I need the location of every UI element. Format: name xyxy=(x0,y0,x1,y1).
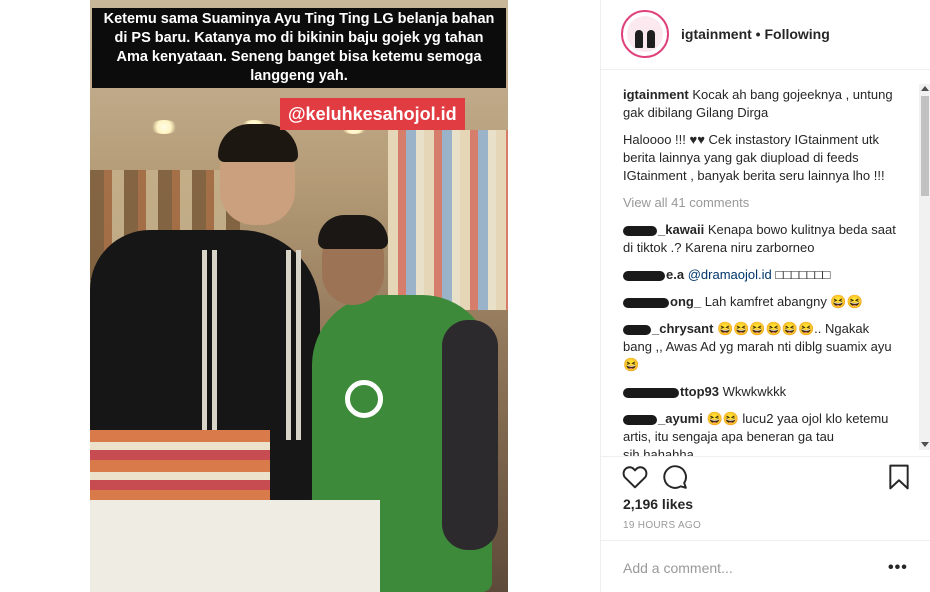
post-actions xyxy=(601,456,930,496)
comment-username[interactable]: _ayumi xyxy=(658,411,703,426)
redacted-username xyxy=(623,270,665,281)
add-comment-input[interactable] xyxy=(623,558,863,578)
scroll-up-arrow-icon[interactable] xyxy=(921,86,929,91)
person-right-hair xyxy=(318,215,388,249)
person-right-sleeve xyxy=(442,320,498,550)
header-text: igtainment • Following xyxy=(681,26,830,42)
bookmark-icon xyxy=(889,464,909,490)
comment-username[interactable]: ong_ xyxy=(670,294,701,309)
scrollbar-thumb[interactable] xyxy=(921,96,929,196)
redacted-username xyxy=(623,324,651,335)
likes-count[interactable]: 2,196 likes xyxy=(623,496,693,512)
list-item: ttop93 Wkwkwkkk xyxy=(623,383,901,401)
more-options-button[interactable]: ••• xyxy=(888,559,908,577)
shirt-stripe xyxy=(286,250,291,440)
comments-scrollbar[interactable] xyxy=(919,84,930,450)
redacted-username xyxy=(623,414,657,425)
cloth-stack xyxy=(90,430,270,500)
avatar-image xyxy=(627,16,663,52)
shirt-stripe xyxy=(296,250,301,440)
comment-username[interactable]: e.a xyxy=(666,267,684,282)
list-item: _kawaii Kenapa bowo kulitnya beda saat d… xyxy=(623,221,901,257)
redacted-username xyxy=(623,387,679,398)
comments-list: igtainment Kocak ah bang gojeeknya , unt… xyxy=(623,86,901,456)
story-caption-overlay: Ketemu sama Suaminya Ayu Ting Ting LG be… xyxy=(92,8,506,88)
list-item: e.a @dramaojol.id □□□□□□□ xyxy=(623,266,901,284)
redacted-username xyxy=(623,225,657,236)
comment-mention[interactable]: @dramaojol.id xyxy=(688,267,772,282)
like-button[interactable] xyxy=(621,463,649,491)
ceiling-light xyxy=(150,120,178,134)
caption-comment-2: Haloooo !!! ♥♥ Cek instastory IGtainment… xyxy=(623,131,901,185)
comment-text: Lah kamfret abangny 😆😆 xyxy=(704,294,863,309)
scroll-down-arrow-icon[interactable] xyxy=(921,442,929,447)
save-button[interactable] xyxy=(885,463,913,491)
shirt-stripe xyxy=(202,250,207,440)
media-area: Ketemu sama Suaminya Ayu Ting Ting LG be… xyxy=(0,0,600,592)
post-side-panel: igtainment • Following igtainment Kocak … xyxy=(600,0,930,592)
post-header: igtainment • Following xyxy=(601,0,930,70)
header-separator: • xyxy=(755,26,761,42)
caption-text-2: Haloooo !!! ♥♥ Cek instastory IGtainment… xyxy=(623,132,885,183)
avatar-figure xyxy=(635,30,643,48)
comment-icon xyxy=(663,465,687,489)
view-all-comments-link[interactable]: View all 41 comments xyxy=(623,194,901,212)
avatar-figure xyxy=(647,30,655,48)
redacted-username xyxy=(623,297,669,308)
header-username[interactable]: igtainment xyxy=(681,26,752,42)
avatar[interactable] xyxy=(621,10,669,58)
post-photo[interactable]: Ketemu sama Suaminya Ayu Ting Ting LG be… xyxy=(90,0,508,592)
comment-button[interactable] xyxy=(661,463,689,491)
paper-sheet xyxy=(90,500,380,592)
shirt-stripe xyxy=(212,250,217,440)
post-timestamp[interactable]: 19 HOURS AGO xyxy=(623,520,701,531)
list-item: _ayumi 😆😆 lucu2 yaa ojol klo ketemu arti… xyxy=(623,410,901,456)
comment-username[interactable]: ttop93 xyxy=(680,384,719,399)
caption-username[interactable]: igtainment xyxy=(623,87,689,102)
following-button[interactable]: Following xyxy=(764,26,829,42)
comment-username[interactable]: _kawaii xyxy=(658,222,704,237)
list-item: ong_ Lah kamfret abangny 😆😆 xyxy=(623,293,901,311)
jacket-logo xyxy=(345,380,383,418)
add-comment-bar: ••• xyxy=(601,540,930,592)
caption-comment: igtainment Kocak ah bang gojeeknya , unt… xyxy=(623,86,901,122)
comment-text: □□□□□□□ xyxy=(775,267,831,282)
comment-username[interactable]: _chrysant xyxy=(652,321,713,336)
story-handle-overlay: @keluhkesahojol.id xyxy=(280,98,465,130)
heart-icon xyxy=(622,466,648,489)
comment-text: Wkwkwkkk xyxy=(722,384,787,399)
fabric-shelf-right xyxy=(388,130,508,310)
list-item: _chrysant 😆😆😆😆😆😆.. Ngakak bang ,, Awas A… xyxy=(623,320,901,374)
